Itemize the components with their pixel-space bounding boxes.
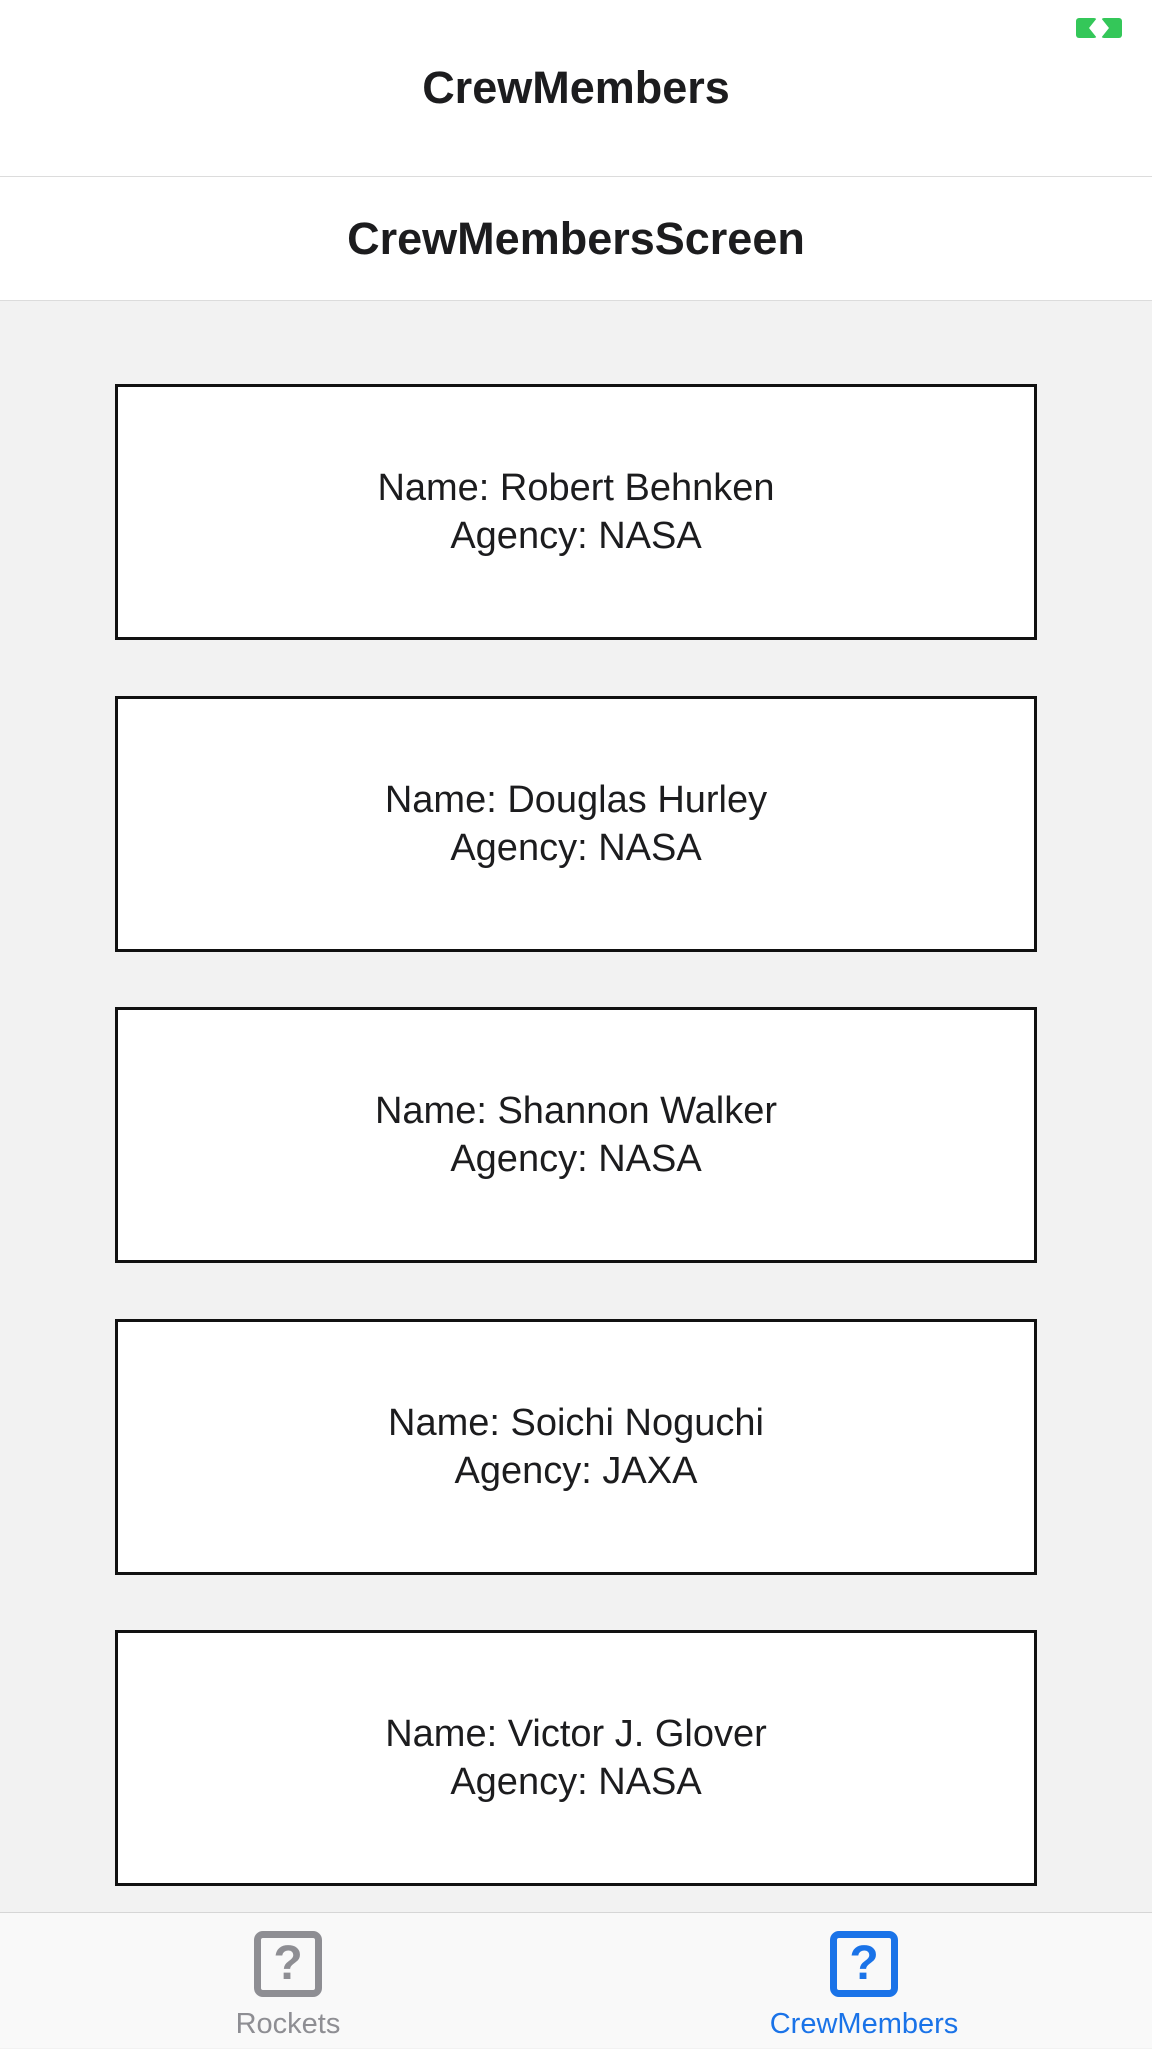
tab-rockets[interactable]: ? Rockets (0, 1913, 576, 2049)
crew-name: Name: Victor J. Glover (385, 1713, 767, 1755)
tab-label-rockets: Rockets (235, 2008, 341, 2040)
crew-name: Name: Shannon Walker (374, 1090, 777, 1132)
crew-agency: Agency: NASA (450, 827, 702, 869)
crew-card[interactable]: Name: Shannon Walker Agency: NASA (115, 1007, 1037, 1263)
crew-agency: Agency: NASA (450, 1138, 702, 1180)
question-mark-icon: ? (254, 1931, 322, 1997)
question-mark-icon: ? (830, 1931, 898, 1997)
tab-crewmembers[interactable]: ? CrewMembers (576, 1913, 1152, 2049)
navigation-bar: CrewMembers (0, 0, 1152, 177)
crew-list[interactable]: Name: Robert Behnken Agency: NASA Name: … (0, 301, 1152, 1912)
crew-card[interactable]: Name: Robert Behnken Agency: NASA (115, 384, 1037, 640)
tab-bar: ? Rockets ? CrewMembers (0, 1912, 1152, 2048)
crew-card[interactable]: Name: Douglas Hurley Agency: NASA (115, 696, 1037, 952)
screen-title: CrewMembersScreen (347, 213, 805, 264)
crew-agency: Agency: JAXA (454, 1450, 698, 1492)
crew-card[interactable]: Name: Victor J. Glover Agency: NASA (115, 1630, 1037, 1886)
crew-name: Name: Robert Behnken (377, 467, 775, 509)
status-indicator-right-icon (1101, 18, 1122, 38)
nav-title: CrewMembers (422, 62, 730, 113)
status-indicator-left-icon (1076, 18, 1097, 38)
screen-header: CrewMembersScreen (0, 177, 1152, 301)
crew-name: Name: Douglas Hurley (384, 779, 768, 821)
crew-agency: Agency: NASA (450, 1761, 702, 1803)
crew-name: Name: Soichi Noguchi (388, 1402, 764, 1444)
crew-agency: Agency: NASA (450, 515, 702, 557)
status-indicator-icon (1076, 18, 1126, 40)
crew-card[interactable]: Name: Soichi Noguchi Agency: JAXA (115, 1319, 1037, 1575)
tab-label-crewmembers: CrewMembers (769, 2008, 959, 2040)
